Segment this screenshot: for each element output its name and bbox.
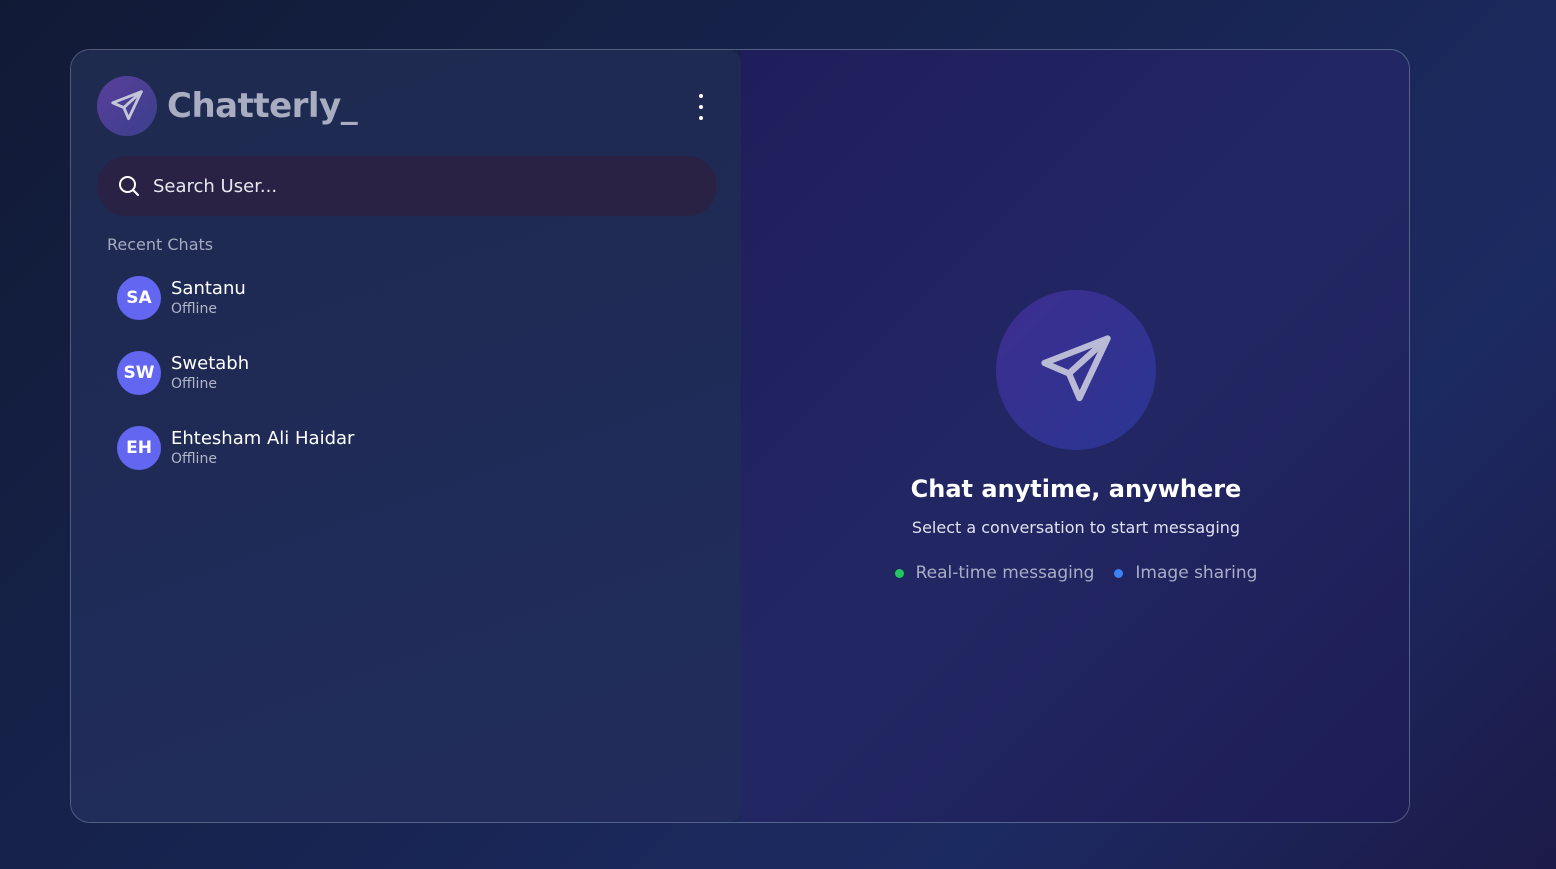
empty-state-title: Chat anytime, anywhere bbox=[910, 475, 1242, 503]
avatar: SA bbox=[117, 276, 161, 320]
main-panel: Chat anytime, anywhere Select a conversa… bbox=[741, 50, 1409, 822]
feature-label: Image sharing bbox=[1135, 563, 1258, 583]
search-input[interactable] bbox=[151, 174, 695, 198]
feature-image-sharing: Image sharing bbox=[1114, 563, 1257, 583]
search-icon bbox=[117, 174, 141, 198]
kebab-menu-icon[interactable] bbox=[691, 94, 711, 120]
recent-chats-heading: Recent Chats bbox=[107, 235, 214, 254]
chat-status: Offline bbox=[171, 301, 217, 317]
feature-label: Real-time messaging bbox=[915, 563, 1095, 583]
paper-plane-icon bbox=[97, 76, 157, 136]
chat-item-santanu[interactable]: SA Santanu Offline bbox=[117, 275, 697, 321]
chat-item-swetabh[interactable]: SW Swetabh Offline bbox=[117, 350, 697, 396]
chat-list: SA Santanu Offline SW Swetabh Offline EH… bbox=[117, 275, 697, 500]
brand: Chatterly_ bbox=[97, 76, 358, 136]
avatar: EH bbox=[117, 426, 161, 470]
green-dot-icon bbox=[894, 568, 904, 578]
chat-status: Offline bbox=[171, 376, 217, 392]
paper-plane-icon bbox=[996, 290, 1156, 450]
chat-item-ehtesham[interactable]: EH Ehtesham Ali Haidar Offline bbox=[117, 425, 697, 471]
avatar: SW bbox=[117, 351, 161, 395]
feature-realtime: Real-time messaging bbox=[894, 563, 1095, 583]
chat-status: Offline bbox=[171, 451, 217, 467]
chat-name: Ehtesham Ali Haidar bbox=[171, 428, 355, 449]
chat-name: Santanu bbox=[171, 278, 246, 299]
app-title: Chatterly_ bbox=[167, 86, 358, 126]
sidebar: Chatterly_ Recent Chats SA Santanu Offli… bbox=[71, 50, 741, 822]
empty-state-subtitle: Select a conversation to start messaging bbox=[911, 518, 1241, 537]
app-window: Chatterly_ Recent Chats SA Santanu Offli… bbox=[70, 49, 1410, 823]
search-bar[interactable] bbox=[97, 156, 717, 216]
blue-dot-icon bbox=[1114, 568, 1124, 578]
chat-name: Swetabh bbox=[171, 353, 250, 374]
feature-list: Real-time messaging Image sharing bbox=[741, 563, 1409, 583]
